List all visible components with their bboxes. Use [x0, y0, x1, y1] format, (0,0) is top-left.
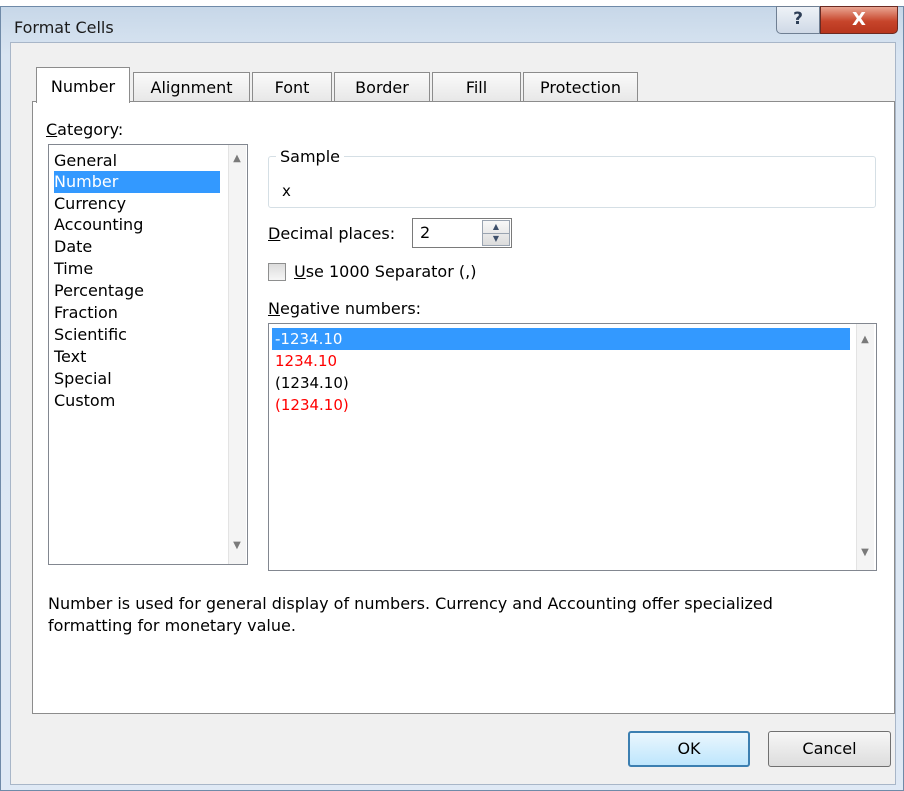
close-button[interactable]: X	[820, 6, 898, 34]
category-item[interactable]: Fraction	[54, 302, 220, 324]
category-scrollbar[interactable]	[228, 145, 246, 564]
sample-group	[268, 156, 876, 208]
scroll-down-arrow-icon[interactable]: ▼	[228, 540, 246, 551]
decimal-places-label: Decimal places:	[268, 224, 396, 243]
negative-numbers-label: Negative numbers:	[268, 299, 422, 318]
category-item[interactable]: Scientific	[54, 324, 220, 346]
category-item[interactable]: General	[54, 150, 220, 172]
negative-scrollbar[interactable]	[856, 324, 874, 570]
category-item[interactable]: Accounting	[54, 214, 220, 236]
spin-down-icon[interactable]: ▼	[483, 233, 509, 245]
negative-number-option[interactable]: (1234.10)	[275, 372, 847, 394]
tab-fill[interactable]: Fill	[432, 72, 521, 102]
help-button[interactable]: ?	[776, 6, 820, 34]
category-label: Category:	[46, 120, 124, 139]
category-item[interactable]: Special	[54, 368, 220, 390]
sample-label: Sample	[276, 147, 344, 166]
tab-alignment[interactable]: Alignment	[133, 72, 250, 102]
use-separator-checkbox[interactable]	[268, 263, 286, 281]
tab-font[interactable]: Font	[252, 72, 332, 102]
description-line-2: formatting for monetary value.	[48, 616, 296, 635]
scroll-down-arrow-icon[interactable]: ▼	[856, 547, 874, 558]
category-item[interactable]: Currency	[54, 193, 220, 215]
tab-protection[interactable]: Protection	[523, 72, 638, 102]
negative-number-option-selected[interactable]: -1234.10	[272, 328, 850, 350]
description-line-1: Number is used for general display of nu…	[48, 594, 773, 613]
dialog-title: Format Cells	[14, 18, 114, 37]
category-item[interactable]: Text	[54, 346, 220, 368]
tab-border[interactable]: Border	[334, 72, 430, 102]
category-item[interactable]: Date	[54, 236, 220, 258]
cancel-button[interactable]: Cancel	[768, 731, 891, 767]
tab-number[interactable]: Number	[36, 67, 130, 103]
sample-value: x	[282, 182, 291, 200]
negative-number-option[interactable]: 1234.10	[275, 350, 847, 372]
use-separator-label[interactable]: Use 1000 Separator (,)	[294, 262, 476, 281]
category-item[interactable]: Percentage	[54, 280, 220, 302]
category-item[interactable]: Custom	[54, 390, 220, 412]
scroll-up-arrow-icon[interactable]: ▲	[228, 153, 246, 164]
category-item[interactable]: Time	[54, 258, 220, 280]
decimal-places-value: 2	[420, 223, 431, 242]
category-item-selected[interactable]: Number	[54, 171, 220, 193]
negative-number-option[interactable]: (1234.10)	[275, 394, 847, 416]
ok-button[interactable]: OK	[628, 731, 750, 767]
scroll-up-arrow-icon[interactable]: ▲	[856, 334, 874, 345]
decimal-places-spinner[interactable]: ▲ ▼	[482, 220, 510, 246]
